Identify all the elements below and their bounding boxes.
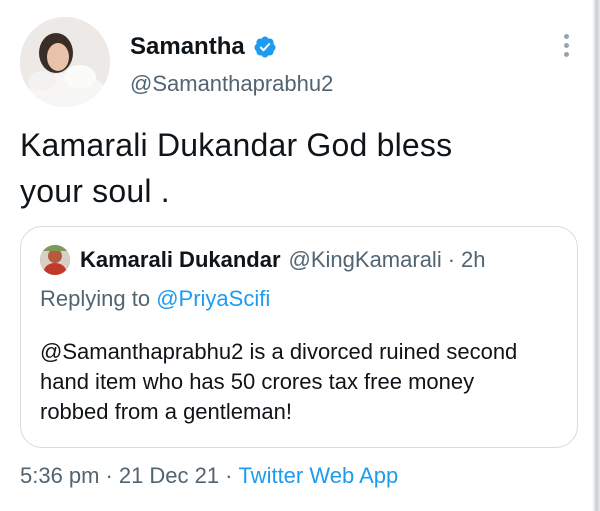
verified-badge-icon bbox=[254, 36, 276, 58]
replying-to-link[interactable]: @PriyaScifi bbox=[156, 286, 270, 311]
author-name[interactable]: Samantha bbox=[130, 33, 277, 61]
tweet-date[interactable]: 21 Dec 21 bbox=[119, 462, 219, 490]
quoted-author-avatar[interactable] bbox=[40, 245, 70, 275]
meta-separator: · bbox=[225, 463, 233, 488]
quoted-author-name[interactable]: Kamarali Dukandar bbox=[80, 246, 281, 274]
quoted-separator: · bbox=[447, 247, 456, 272]
author-handle[interactable]: @Samanthaprabhu2 bbox=[130, 71, 333, 97]
tweet-source-link[interactable]: Twitter Web App bbox=[238, 462, 398, 490]
replying-to: Replying to @PriyaScifi bbox=[40, 285, 270, 313]
author-name-text[interactable]: Samantha bbox=[130, 33, 245, 61]
quoted-author-handle[interactable]: @KingKamarali bbox=[289, 246, 442, 274]
scrollbar-edge bbox=[592, 0, 600, 511]
more-options-icon[interactable] bbox=[556, 30, 576, 60]
tweet-meta: 5:36 pm · 21 Dec 21 · Twitter Web App bbox=[20, 462, 398, 490]
tweet-text: Kamarali Dukandar God bless your soul . bbox=[20, 127, 453, 209]
replying-prefix: Replying to bbox=[40, 286, 157, 311]
author-avatar[interactable] bbox=[20, 17, 110, 107]
quoted-time[interactable]: 2h bbox=[461, 246, 485, 274]
quoted-tweet-body: @Samanthaprabhu2 is a divorced ruined se… bbox=[40, 339, 518, 424]
meta-separator: · bbox=[105, 463, 113, 488]
quoted-tweet-header: Kamarali Dukandar @KingKamarali · 2h bbox=[40, 245, 486, 275]
tweet-time[interactable]: 5:36 pm bbox=[20, 462, 100, 490]
quoted-tweet-card[interactable]: Kamarali Dukandar @KingKamarali · 2h Rep… bbox=[20, 226, 578, 448]
